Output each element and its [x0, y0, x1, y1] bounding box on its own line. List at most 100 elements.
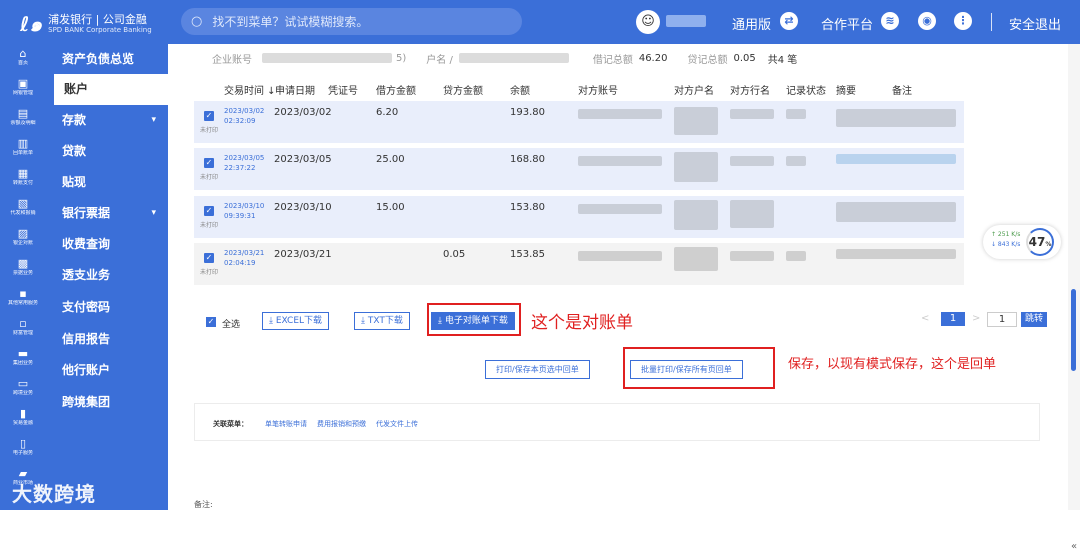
apply-date: 2023/03/02: [274, 107, 332, 118]
network-speed-widget[interactable]: ↑ 251 K/s ↓ 843 K/s 47%: [983, 225, 1061, 259]
rail-item-group[interactable]: ▬ 集团业务: [0, 348, 46, 378]
layers-icon[interactable]: ≋: [881, 12, 899, 30]
trade-date[interactable]: 2023/03/10: [224, 202, 264, 211]
pager-goto-input[interactable]: 1: [987, 312, 1017, 327]
counter-bank-redacted: [730, 156, 774, 166]
switch-icon[interactable]: ⇄: [780, 12, 798, 30]
version-switch[interactable]: 通用版: [732, 14, 771, 33]
partner-platform-link[interactable]: 合作平台: [821, 14, 873, 33]
bank-logo[interactable]: ℓ๑ 浦发银行 | 公司金融 SPD BANK Corporate Bankin…: [20, 8, 152, 40]
col-counter-bank: 对方行名: [730, 86, 770, 97]
pager-current[interactable]: 1: [941, 312, 965, 326]
rail-item-bank-mgmt[interactable]: ▣ 网银管理: [0, 78, 46, 108]
row-checkbox[interactable]: ✓: [204, 253, 214, 263]
debit-total-value: 46.20: [638, 52, 668, 64]
debit-amount: 6.20: [376, 107, 399, 118]
trade-time[interactable]: 22:37:22: [224, 164, 255, 173]
rail-item-reconcile[interactable]: ▨ 银企对账: [0, 228, 46, 258]
excel-download-button[interactable]: ⤓ EXCEL下载: [262, 312, 330, 330]
menu-item-overdraft[interactable]: 透支业务: [46, 260, 168, 291]
print-page-receipts-button[interactable]: 打印/保存本页选中回单: [485, 360, 590, 379]
select-all-label[interactable]: 全选: [222, 317, 240, 330]
record-status-redacted: [786, 109, 806, 119]
rail-item-wealth[interactable]: ▫ 财富管理: [0, 318, 46, 348]
transfer-icon: ▦: [17, 167, 29, 180]
pager-next[interactable]: >: [972, 313, 980, 324]
table-row[interactable]: ✓ 2023/03/21 02:04:19 未打印 2023/03/21 0.0…: [194, 243, 964, 285]
menu-item-discount[interactable]: 贴现: [46, 167, 168, 198]
home-icon: ⌂: [19, 47, 27, 60]
record-status-redacted: [786, 156, 806, 166]
location-icon[interactable]: ◉: [918, 12, 936, 30]
rail-item-bills[interactable]: ▩ 票据业务: [0, 258, 46, 288]
remark-label: 备注:: [194, 500, 213, 509]
menu-item-crossborder-group[interactable]: 跨境集团: [46, 387, 168, 418]
counter-account-redacted: [578, 109, 662, 119]
logout-button[interactable]: 安全退出: [1009, 14, 1061, 33]
trade-date[interactable]: 2023/03/21: [224, 249, 264, 258]
txt-download-button[interactable]: ⤓ TXT下载: [354, 312, 410, 330]
related-menu: 关联菜单： 单笔转账申请 费用报销和预缴 代发文件上传: [194, 403, 1040, 441]
spdb-logo-icon: ℓ๑: [20, 12, 43, 36]
table-row[interactable]: ✓ 2023/03/10 09:39:31 未打印 2023/03/10 15.…: [194, 196, 964, 238]
menu-item-account[interactable]: 账户: [52, 74, 168, 105]
scroll-thumb[interactable]: [1071, 289, 1076, 371]
eservice-icon: ▯: [19, 437, 27, 450]
rail-item-balance[interactable]: ▤ 余额及明细: [0, 108, 46, 138]
menu-item-loan[interactable]: 贷款: [46, 136, 168, 167]
balance: 153.80: [510, 202, 545, 213]
col-apply-date: 申请日期: [275, 86, 315, 97]
summary-redacted: [836, 109, 956, 127]
logo-cn-text: 浦发银行 | 公司金融: [48, 12, 147, 26]
col-credit: 贷方金额: [443, 86, 483, 97]
download-icon: ⤓: [361, 316, 365, 326]
apply-date: 2023/03/05: [274, 154, 332, 165]
menu-item-other-bank[interactable]: 他行账户: [46, 355, 168, 386]
trade-time[interactable]: 02:32:09: [224, 117, 255, 126]
rail-item-eservice[interactable]: ▯ 电子服务: [0, 438, 46, 468]
menu-search-input[interactable]: ○ 找不到菜单？试试模糊搜索。: [181, 8, 522, 35]
col-voucher: 凭证号: [328, 86, 358, 97]
related-link-transfer[interactable]: 单笔转账申请: [265, 419, 307, 429]
trade-date[interactable]: 2023/03/05: [224, 154, 264, 163]
menu-item-fee-query[interactable]: 收费查询: [46, 229, 168, 260]
account-name-redacted: [458, 53, 569, 63]
user-avatar[interactable]: ☺: [636, 10, 660, 34]
rail-item-payroll[interactable]: ▧ 代发和报销: [0, 198, 46, 228]
account-name-label: 户名 /: [426, 54, 453, 66]
menu-item-pay-password[interactable]: 支付密码: [46, 292, 168, 323]
download-speed: ↓ 843 K/s: [991, 241, 1021, 248]
menu-item-bank-bills[interactable]: 银行票据 ▾: [46, 198, 168, 229]
related-link-expense[interactable]: 费用报销和预缴: [317, 419, 366, 429]
col-trade-time[interactable]: 交易时间 ↓: [224, 82, 276, 97]
trade-time[interactable]: 02:04:19: [224, 259, 255, 268]
print-all-receipts-button[interactable]: 批量打印/保存所有页回单: [630, 360, 743, 379]
page-scrollbar[interactable]: «: [1068, 44, 1080, 552]
counter-account-redacted: [578, 204, 662, 214]
trade-date[interactable]: 2023/03/02: [224, 107, 264, 116]
rail-item-receipts[interactable]: ▥ 回单账单: [0, 138, 46, 168]
rail-item-home[interactable]: ⌂ 首页: [0, 48, 46, 78]
collapse-icon[interactable]: «: [1068, 541, 1080, 552]
pager-jump-button[interactable]: 跳转: [1021, 312, 1047, 327]
related-link-payroll-upload[interactable]: 代发文件上传: [376, 419, 418, 429]
menu-item-credit-report[interactable]: 信用报告: [46, 324, 168, 355]
row-checkbox[interactable]: ✓: [204, 206, 214, 216]
rail-item-transfer[interactable]: ▦ 转账支付: [0, 168, 46, 198]
menu-item-asset-overview[interactable]: 资产负债总览: [46, 44, 168, 75]
pager-prev[interactable]: <: [921, 313, 929, 324]
account-number-redacted: [262, 53, 392, 63]
rail-item-trade[interactable]: ▮ 贸易金融: [0, 408, 46, 438]
col-remark: 备注: [892, 86, 912, 97]
more-icon[interactable]: ⋮: [954, 12, 972, 30]
table-row[interactable]: ✓ 2023/03/02 02:32:09 未打印 2023/03/02 6.2…: [194, 101, 964, 143]
menu-item-deposit[interactable]: 存款 ▾: [46, 105, 168, 136]
trade-time[interactable]: 09:39:31: [224, 212, 255, 221]
row-checkbox[interactable]: ✓: [204, 158, 214, 168]
balance: 193.80: [510, 107, 545, 118]
row-checkbox[interactable]: ✓: [204, 111, 214, 121]
rail-item-crossborder[interactable]: ▭ 跨境业务: [0, 378, 46, 408]
rail-item-other[interactable]: ▪ 其他常用服务: [0, 288, 46, 318]
table-row[interactable]: ✓ 2023/03/05 22:37:22 未打印 2023/03/05 25.…: [194, 148, 964, 190]
select-all-checkbox[interactable]: ✓: [206, 317, 216, 327]
